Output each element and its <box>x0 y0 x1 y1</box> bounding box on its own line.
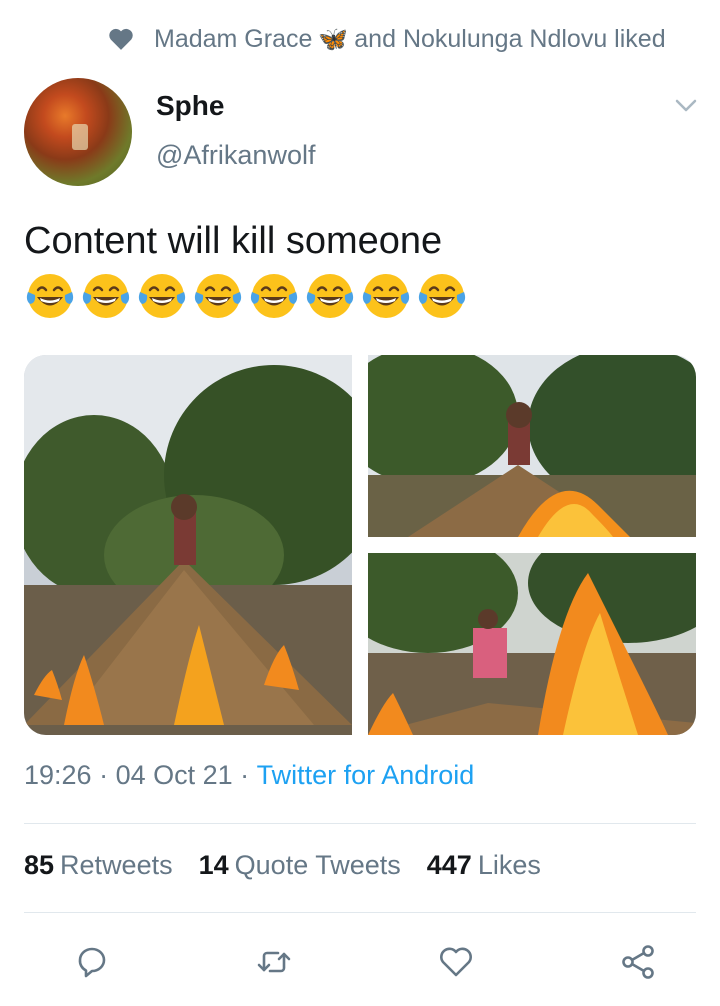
display-name[interactable]: Sphe <box>156 90 224 122</box>
liked-by-text: and Nokulunga Ndlovu liked <box>354 24 666 53</box>
tweet-source-link[interactable]: Twitter for Android <box>257 760 475 791</box>
quotes-stat[interactable]: 14 Quote Tweets <box>199 850 401 881</box>
share-icon <box>622 945 654 979</box>
likes-count: 447 <box>426 850 472 880</box>
meta-separator: · <box>91 760 116 790</box>
chevron-down-icon[interactable] <box>674 96 698 116</box>
face-with-tears-of-joy-emoji <box>138 274 186 318</box>
reply-icon <box>78 947 106 978</box>
face-with-tears-of-joy-emoji <box>26 274 74 318</box>
tweet-text: Content will kill someone <box>24 220 443 262</box>
face-with-tears-of-joy-emoji <box>250 274 298 318</box>
face-with-tears-of-joy-emoji <box>418 274 466 318</box>
media-photo-3[interactable] <box>368 553 696 735</box>
quotes-label: Quote Tweets <box>234 850 401 880</box>
divider <box>24 823 696 824</box>
retweet-icon <box>257 951 291 973</box>
share-button[interactable] <box>616 940 660 984</box>
handle[interactable]: @Afrikanwolf <box>156 140 315 171</box>
tweet-date: 04 Oct 21 <box>115 760 233 790</box>
butterfly-emoji: 🦋 <box>318 25 349 53</box>
divider <box>24 912 696 913</box>
tweet-time: 19:26 <box>24 760 92 790</box>
quotes-count: 14 <box>198 850 229 880</box>
media-photo-2[interactable] <box>368 355 696 537</box>
retweets-count: 85 <box>24 850 55 880</box>
likes-stat[interactable]: 447 Likes <box>427 850 541 881</box>
heart-icon <box>109 28 133 50</box>
media-photo-1[interactable] <box>24 355 352 735</box>
action-bar <box>70 940 660 984</box>
emoji-row <box>24 270 468 326</box>
avatar[interactable] <box>24 78 132 186</box>
reply-button[interactable] <box>70 940 114 984</box>
face-with-tears-of-joy-emoji <box>362 274 410 318</box>
face-with-tears-of-joy-emoji <box>306 274 354 318</box>
like-button[interactable] <box>434 940 478 984</box>
retweet-button[interactable] <box>252 940 296 984</box>
liker-name[interactable]: Madam Grace <box>154 25 312 54</box>
retweets-label: Retweets <box>60 850 173 880</box>
media-grid <box>24 355 696 735</box>
tweet-stats: 85 Retweets 14 Quote Tweets 447 Likes <box>24 850 541 881</box>
tweet-meta: 19:26 · 04 Oct 21 · Twitter for Android <box>24 760 474 791</box>
like-icon <box>440 947 472 977</box>
retweets-stat[interactable]: 85 Retweets <box>24 850 173 881</box>
social-context[interactable]: Madam Grace 🦋 and Nokulunga Ndlovu liked <box>108 22 700 56</box>
face-with-tears-of-joy-emoji <box>194 274 242 318</box>
likes-label: Likes <box>477 850 541 880</box>
face-with-tears-of-joy-emoji <box>82 274 130 318</box>
meta-separator: · <box>232 760 257 790</box>
